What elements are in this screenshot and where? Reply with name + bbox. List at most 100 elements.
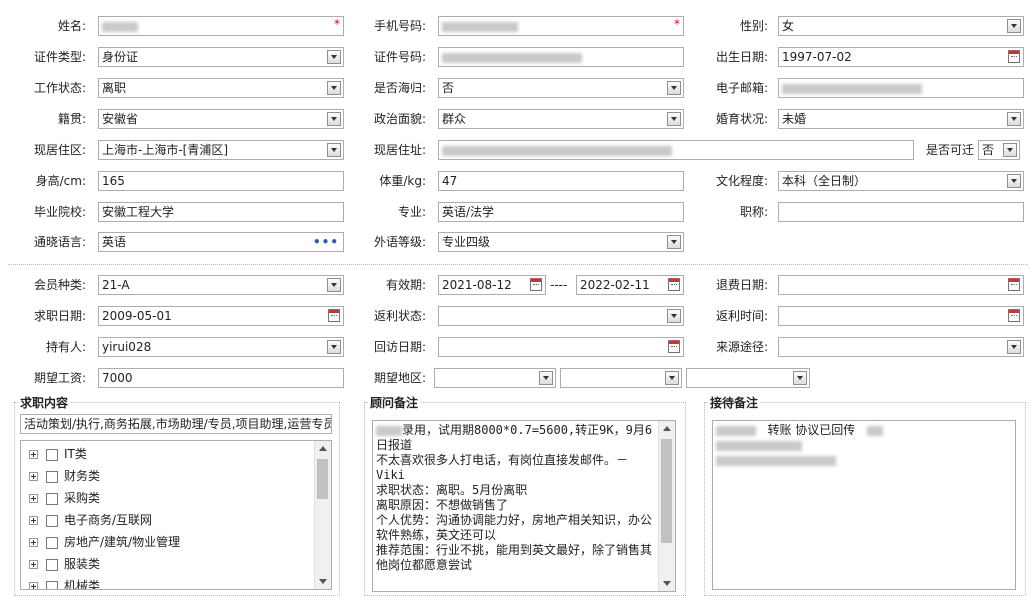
- calendar-icon[interactable]: [1008, 309, 1020, 322]
- valid-from-field[interactable]: 2021-08-12: [438, 275, 546, 295]
- expand-icon[interactable]: [29, 582, 38, 589]
- chevron-down-icon[interactable]: [327, 81, 341, 95]
- chevron-down-icon[interactable]: [793, 371, 807, 385]
- scroll-down-icon[interactable]: [663, 581, 671, 586]
- salary-field[interactable]: 7000: [98, 368, 344, 388]
- calendar-icon[interactable]: [1008, 278, 1020, 291]
- job-category-tree[interactable]: IT类 财务类 采购类 电子商务/互联网 房地产/建筑/物业管理 服装类 机械类: [20, 440, 332, 590]
- checkbox[interactable]: [46, 514, 58, 527]
- chevron-down-icon[interactable]: [1003, 143, 1017, 157]
- tree-item[interactable]: 财务类: [29, 465, 100, 487]
- checkbox[interactable]: [46, 580, 58, 589]
- chevron-down-icon[interactable]: [1007, 19, 1021, 33]
- checkbox[interactable]: [46, 558, 58, 571]
- chevron-down-icon[interactable]: [1007, 174, 1021, 188]
- chevron-down-icon[interactable]: [667, 309, 681, 323]
- work-status-select[interactable]: 离职: [98, 78, 344, 98]
- tree-item-label: 机械类: [64, 579, 101, 590]
- chevron-down-icon[interactable]: [327, 112, 341, 126]
- calendar-icon[interactable]: [530, 278, 542, 291]
- idno-field[interactable]: [438, 47, 684, 67]
- calendar-icon[interactable]: [668, 278, 680, 291]
- checkbox[interactable]: [46, 470, 58, 483]
- language-field[interactable]: 英语 •••: [98, 232, 344, 252]
- foreign-level-select[interactable]: 专业四级: [438, 232, 684, 252]
- chevron-down-icon[interactable]: [327, 50, 341, 64]
- expand-icon[interactable]: [29, 472, 38, 481]
- residence-select[interactable]: 上海市-上海市-[青浦区]: [98, 140, 344, 160]
- tree-item[interactable]: 服装类: [29, 553, 100, 575]
- advisor-notes-title: 顾问备注: [368, 394, 421, 411]
- calendar-icon[interactable]: [1008, 50, 1020, 63]
- idtype-select[interactable]: 身份证: [98, 47, 344, 67]
- education-select[interactable]: 本科（全日制）: [778, 171, 1024, 191]
- name-field[interactable]: *: [98, 16, 344, 36]
- region-district-select[interactable]: [686, 368, 810, 388]
- birth-date-field[interactable]: 1997-07-02: [778, 47, 1024, 67]
- language-label: 通晓语言:: [33, 235, 86, 249]
- scroll-thumb[interactable]: [661, 439, 672, 543]
- tree-item[interactable]: 房地产/建筑/物业管理: [29, 531, 180, 553]
- expand-icon[interactable]: [29, 450, 38, 459]
- scroll-up-icon[interactable]: [319, 446, 327, 451]
- advisor-scrollbar[interactable]: [658, 421, 675, 591]
- checkbox[interactable]: [46, 536, 58, 549]
- reception-notes-textarea[interactable]: 转账 协议已回传: [712, 420, 1016, 590]
- region-city-select[interactable]: [560, 368, 682, 388]
- chevron-down-icon[interactable]: [1007, 340, 1021, 354]
- chevron-down-icon[interactable]: [327, 143, 341, 157]
- calendar-icon[interactable]: [668, 340, 680, 353]
- tree-item[interactable]: 采购类: [29, 487, 100, 509]
- jobdate-field[interactable]: 2009-05-01: [98, 306, 344, 326]
- chevron-down-icon[interactable]: [667, 112, 681, 126]
- expand-icon[interactable]: [29, 516, 38, 525]
- phone-field[interactable]: *: [438, 16, 684, 36]
- relocate-select[interactable]: 否: [978, 140, 1020, 160]
- title-field[interactable]: [778, 202, 1024, 222]
- gender-select[interactable]: 女: [778, 16, 1024, 36]
- holder-select[interactable]: yirui028: [98, 337, 344, 357]
- chevron-down-icon[interactable]: [665, 371, 679, 385]
- tree-item[interactable]: 电子商务/互联网: [29, 509, 152, 531]
- expand-icon[interactable]: [29, 494, 38, 503]
- political-select[interactable]: 群众: [438, 109, 684, 129]
- expand-icon[interactable]: [29, 560, 38, 569]
- address-field[interactable]: [438, 140, 914, 160]
- email-field[interactable]: [778, 78, 1024, 98]
- tree-scrollbar[interactable]: [314, 441, 331, 589]
- checkbox[interactable]: [46, 448, 58, 461]
- chevron-down-icon[interactable]: [539, 371, 553, 385]
- tree-item[interactable]: 机械类: [29, 575, 101, 590]
- member-select[interactable]: 21-A: [98, 275, 344, 295]
- tree-item[interactable]: IT类: [29, 443, 87, 465]
- height-field[interactable]: 165: [98, 171, 344, 191]
- chevron-down-icon[interactable]: [1007, 112, 1021, 126]
- more-icon[interactable]: •••: [313, 233, 339, 251]
- chevron-down-icon[interactable]: [667, 81, 681, 95]
- native-select[interactable]: 安徽省: [98, 109, 344, 129]
- expand-icon[interactable]: [29, 538, 38, 547]
- rebate-state-select[interactable]: [438, 306, 684, 326]
- chevron-down-icon[interactable]: [327, 278, 341, 292]
- region-province-select[interactable]: [434, 368, 556, 388]
- school-field[interactable]: 安徽工程大学: [98, 202, 344, 222]
- refund-date-field[interactable]: [778, 275, 1024, 295]
- major-field[interactable]: 英语/法学: [438, 202, 684, 222]
- rebate-time-field[interactable]: [778, 306, 1024, 326]
- returnee-select[interactable]: 否: [438, 78, 684, 98]
- chevron-down-icon[interactable]: [667, 235, 681, 249]
- revisit-date-field[interactable]: [438, 337, 684, 357]
- marital-select[interactable]: 未婚: [778, 109, 1024, 129]
- scroll-up-icon[interactable]: [663, 426, 671, 431]
- checkbox[interactable]: [46, 492, 58, 505]
- rebate-time-label: 返利时间:: [715, 309, 768, 323]
- scroll-thumb[interactable]: [317, 459, 328, 499]
- calendar-icon[interactable]: [328, 309, 340, 322]
- chevron-down-icon[interactable]: [327, 340, 341, 354]
- weight-field[interactable]: 47: [438, 171, 684, 191]
- job-summary-field[interactable]: 活动策划/执行,商务拓展,市场助理/专员,项目助理,运营专员: [20, 414, 332, 434]
- scroll-down-icon[interactable]: [319, 579, 327, 584]
- source-select[interactable]: [778, 337, 1024, 357]
- valid-to-field[interactable]: 2022-02-11: [576, 275, 684, 295]
- advisor-notes-textarea[interactable]: 录用，试用期8000*0.7=5600,转正9K，9月6日报道 不太喜欢很多人打…: [372, 420, 676, 592]
